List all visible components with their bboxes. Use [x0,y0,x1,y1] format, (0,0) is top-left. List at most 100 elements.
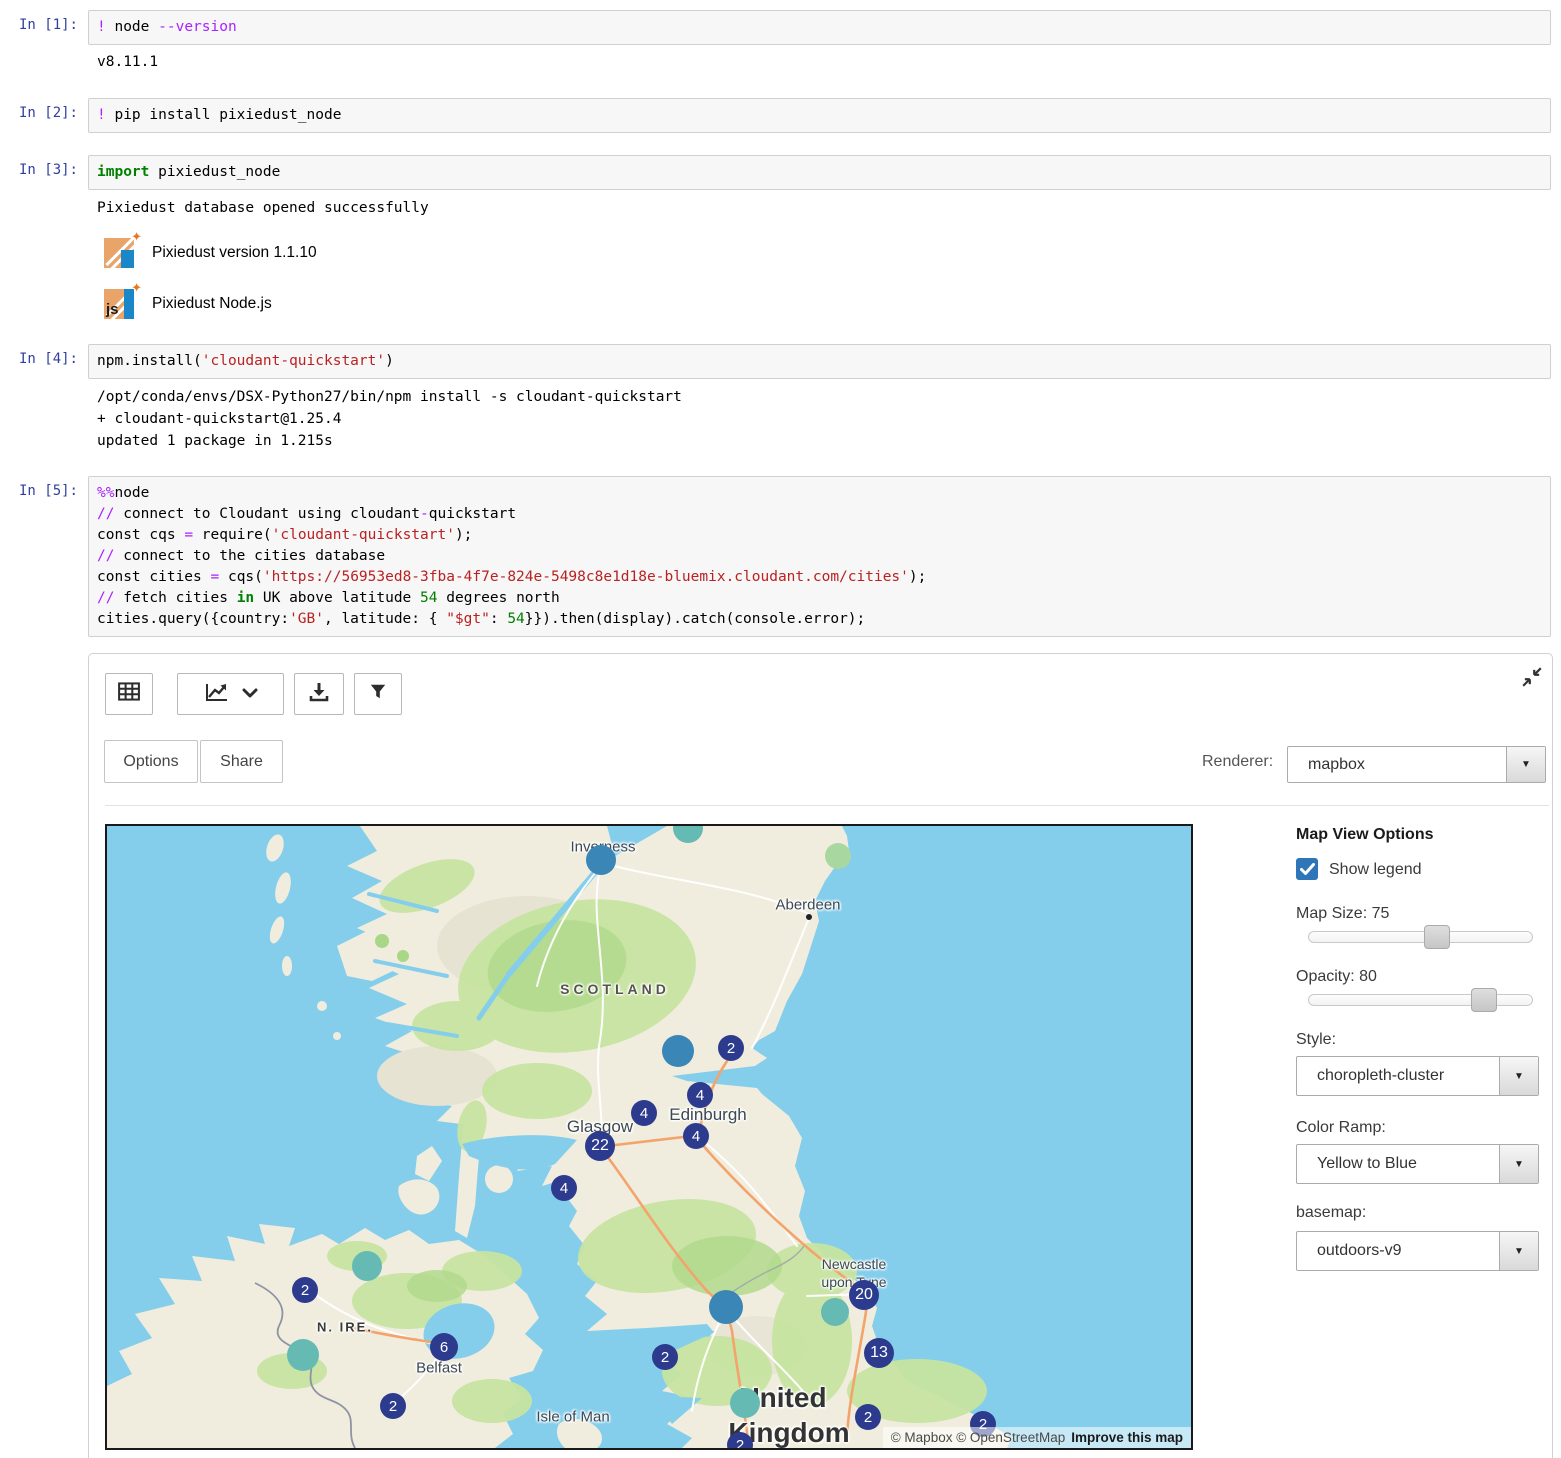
renderer-select[interactable]: mapbox ▼ [1287,746,1546,783]
jupyter-notebook-page: In [1]:! node --versionv8.11.1In [2]:! p… [0,0,1561,1458]
code-line: ! pip install pixiedust_node [97,105,1550,126]
map-label: Newcastle [822,1256,887,1272]
cluster-marker[interactable]: 4 [687,1082,713,1108]
cluster-marker[interactable]: 2 [718,1035,744,1061]
map-size-slider-handle[interactable] [1424,925,1450,949]
map-label: Isle of Man [536,1409,609,1426]
basemap-select[interactable]: outdoors-v9 ▼ [1296,1231,1539,1271]
mapbox-map[interactable]: InvernessAberdeenSCOTLANDEdinburghGlasgo… [105,824,1193,1450]
show-legend-checkbox[interactable] [1296,858,1318,880]
cell-output-text: updated 1 package in 1.215s [97,430,333,452]
options-button[interactable]: Options [104,740,198,783]
code-line: // connect to Cloudant using cloudant-qu… [97,504,1550,525]
pixiedust-nodejs-logo: js✦ [104,289,134,319]
dropdown-arrow-icon: ▼ [1506,747,1545,782]
pixiedust-badge: ✦ Pixiedust version 1.1.10 [104,236,317,270]
basemap-label: basemap: [1296,1204,1366,1222]
cell-output-text: + cloudant-quickstart@1.25.4 [97,408,341,430]
dropdown-arrow-icon: ▼ [1499,1145,1538,1183]
cluster-marker[interactable]: 6 [430,1333,458,1361]
color-ramp-value: Yellow to Blue [1297,1155,1499,1173]
code-input[interactable]: %%node// connect to Cloudant using cloud… [88,476,1551,637]
badge-label: Pixiedust version 1.1.10 [152,244,317,262]
cluster-marker[interactable]: 2 [380,1393,406,1419]
dropdown-arrow-icon: ▼ [1499,1232,1538,1270]
code-line: npm.install('cloudant-quickstart') [97,351,1550,372]
toolbar-divider [105,805,1549,806]
share-button[interactable]: Share [200,740,283,783]
map-size-label: Map Size: 75 [1296,905,1389,923]
cluster-marker[interactable] [352,1251,382,1281]
table-icon [118,682,140,706]
cluster-marker[interactable] [287,1339,319,1371]
cell-output-text: Pixiedust database opened successfully [97,197,429,219]
collapse-arrows-icon[interactable] [1521,666,1543,693]
cluster-marker[interactable]: 4 [683,1123,709,1149]
cluster-marker[interactable] [821,1298,849,1326]
map-attribution: © Mapbox © OpenStreetMap Improve this ma… [883,1427,1191,1448]
download-button[interactable] [294,673,344,715]
cluster-marker[interactable] [730,1388,760,1418]
style-select[interactable]: choropleth-cluster ▼ [1296,1056,1539,1096]
city-dot [806,914,812,920]
improve-map-link[interactable]: Improve this map [1071,1430,1183,1445]
cluster-marker[interactable]: 4 [551,1175,577,1201]
cell-prompt: In [4]: [0,351,78,367]
table-button[interactable] [105,673,153,715]
code-line: // connect to the cities database [97,546,1550,567]
cluster-marker[interactable]: 13 [864,1338,894,1368]
code-line: // fetch cities in UK above latitude 54 … [97,588,1550,609]
filter-button[interactable] [354,673,402,715]
attribution-text: © Mapbox © OpenStreetMap [891,1430,1065,1445]
cluster-marker[interactable] [709,1290,743,1324]
download-icon [309,682,329,707]
show-legend-label: Show legend [1329,861,1422,879]
map-view-options-title: Map View Options [1296,826,1434,844]
dropdown-arrow-icon: ▼ [1499,1057,1538,1095]
renderer-label: Renderer: [1202,753,1273,771]
code-line: cities.query({country:'GB', latitude: { … [97,609,1550,630]
code-input[interactable]: npm.install('cloudant-quickstart') [88,344,1551,379]
opacity-slider-handle[interactable] [1471,988,1497,1012]
pixiedust-logo: ✦ [104,238,134,268]
map-label: Edinburgh [669,1105,747,1125]
style-value: choropleth-cluster [1297,1067,1499,1085]
color-ramp-label: Color Ramp: [1296,1119,1386,1137]
map-label: Belfast [416,1360,462,1377]
code-input[interactable]: import pixiedust_node [88,155,1551,190]
logo-blue-block [121,250,134,268]
badge-label: Pixiedust Node.js [152,295,272,313]
cluster-marker[interactable]: 4 [631,1100,657,1126]
cell-prompt: In [5]: [0,483,78,499]
cluster-marker[interactable]: 2 [855,1404,881,1430]
cluster-marker[interactable]: 20 [849,1280,879,1310]
cell-prompt: In [3]: [0,162,78,178]
code-line: %%node [97,483,1550,504]
cell-prompt: In [2]: [0,105,78,121]
check-icon [1300,863,1315,876]
opacity-slider[interactable] [1308,994,1533,1006]
map-size-slider[interactable] [1308,931,1533,943]
cluster-marker[interactable]: 22 [585,1131,615,1161]
color-ramp-select[interactable]: Yellow to Blue ▼ [1296,1144,1539,1184]
cell-prompt: In [1]: [0,17,78,33]
style-label: Style: [1296,1031,1336,1049]
cluster-marker[interactable] [825,843,851,869]
options-button-label: Options [123,753,178,771]
cluster-marker[interactable] [662,1035,694,1067]
cluster-marker[interactable]: 2 [292,1277,318,1303]
opacity-label: Opacity: 80 [1296,968,1377,986]
cluster-marker[interactable]: 2 [652,1344,678,1370]
map-label: SCOTLAND [560,981,670,997]
sparkle-icon: ✦ [131,280,142,296]
code-input[interactable]: ! pip install pixiedust_node [88,98,1551,133]
cell-output-text: /opt/conda/envs/DSX-Python27/bin/npm ins… [97,386,682,408]
cluster-marker[interactable] [586,845,616,875]
renderer-value: mapbox [1288,756,1506,774]
chart-line-icon [204,682,228,707]
code-line: import pixiedust_node [97,162,1550,183]
chart-button[interactable] [177,673,284,715]
pixiedust-output-container: Options Share Renderer: mapbox ▼ [88,653,1553,1458]
code-input[interactable]: ! node --version [88,10,1551,45]
basemap-value: outdoors-v9 [1297,1242,1499,1260]
